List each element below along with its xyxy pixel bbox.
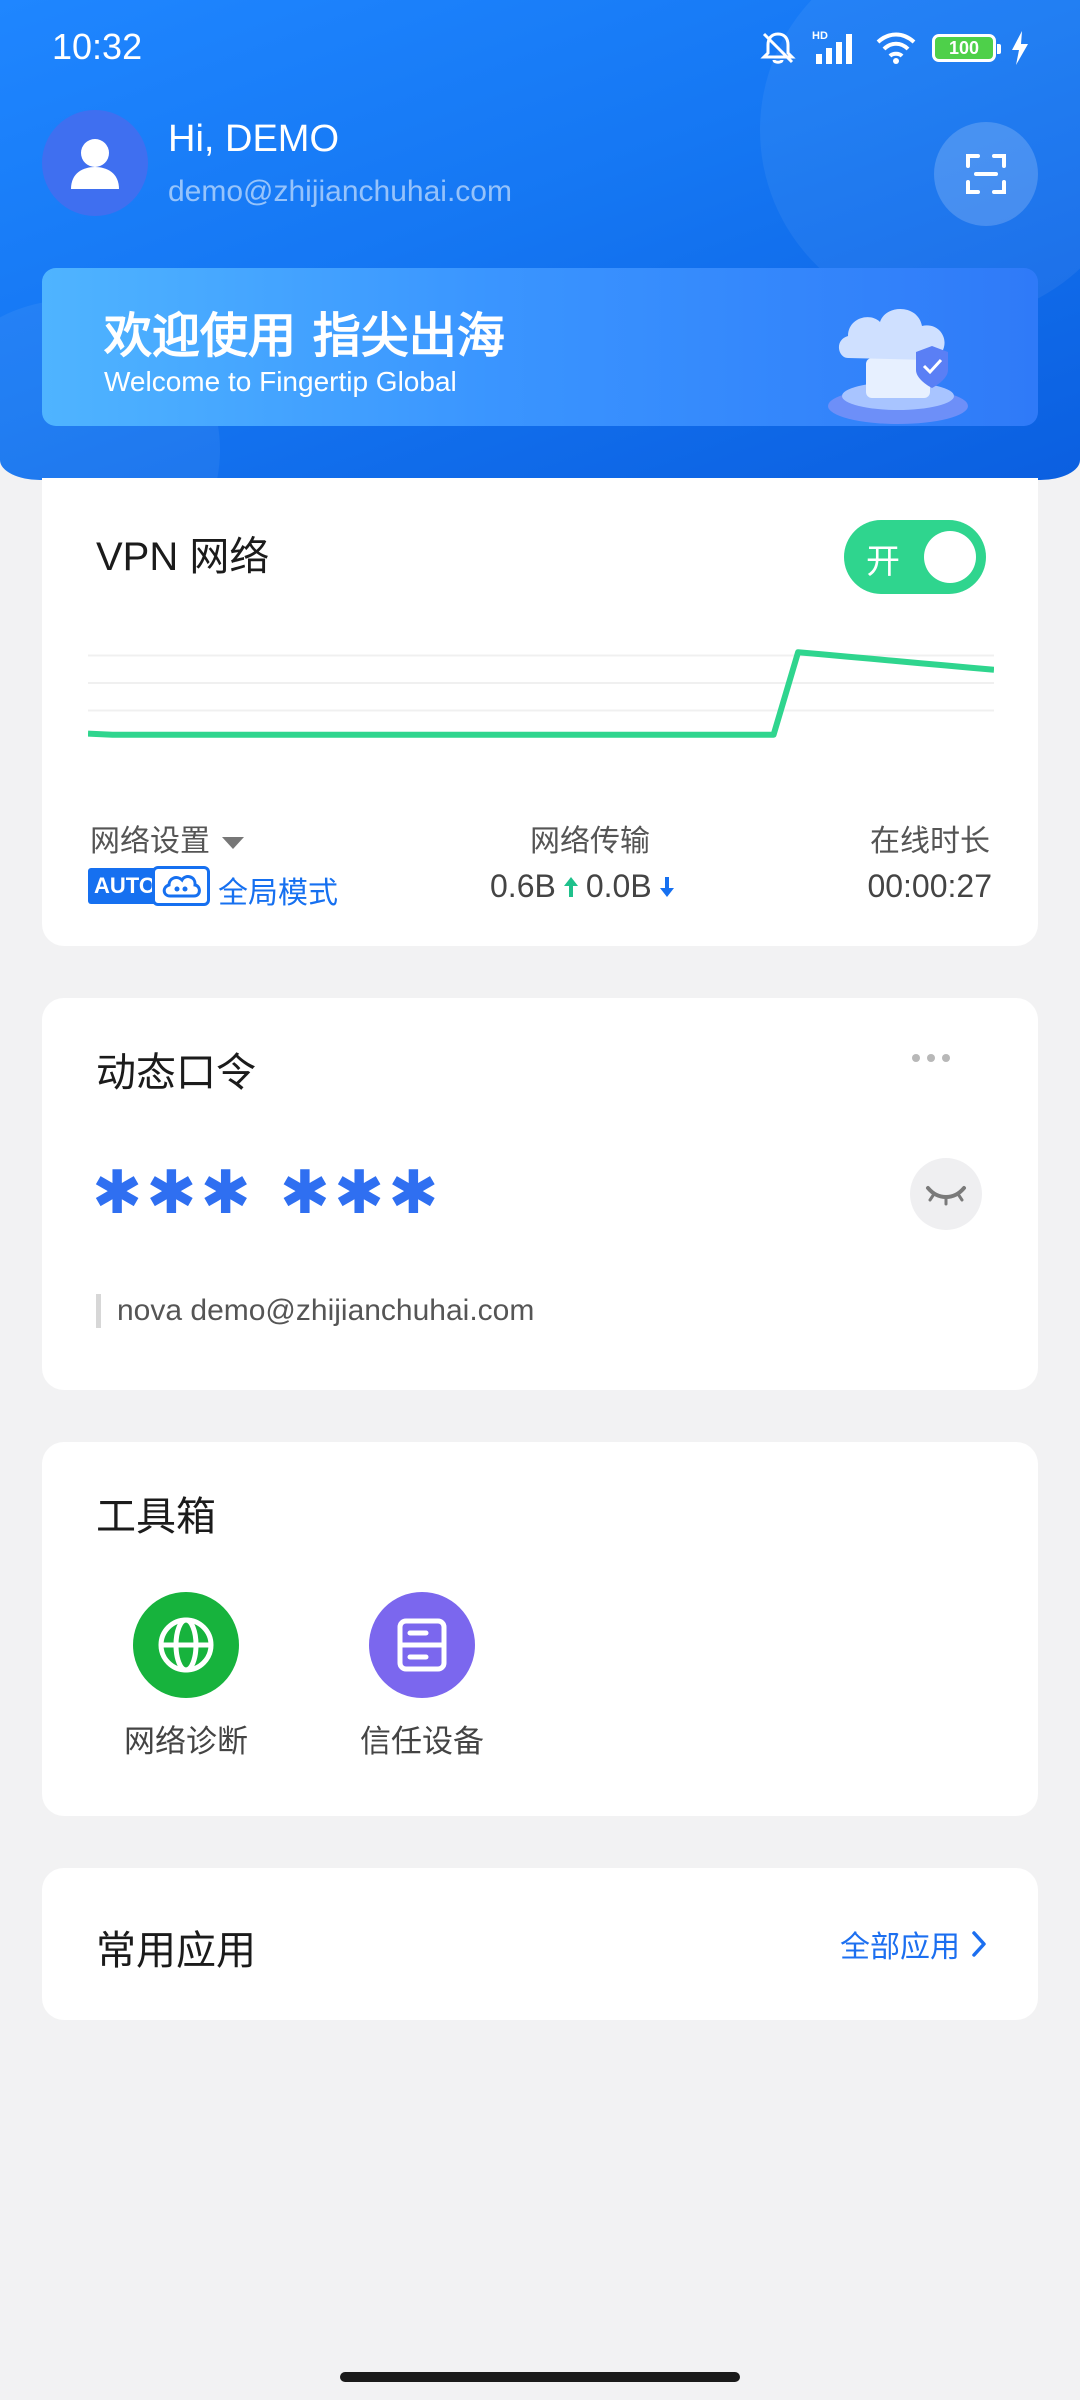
show-code-button[interactable]	[910, 1158, 982, 1230]
cloud-security-illustration	[828, 308, 968, 424]
signal-icon: HD	[812, 30, 852, 64]
banner-title: 欢迎使用 指尖出海	[104, 308, 505, 364]
scan-button[interactable]	[934, 122, 1038, 226]
vpn-title: VPN 网络	[96, 535, 270, 579]
greeting: Hi, DEMO	[168, 118, 339, 160]
mode-text[interactable]: 全局模式	[218, 868, 338, 912]
vpn-traffic-chart	[88, 649, 994, 738]
common-apps-title: 常用应用	[96, 1928, 256, 1974]
upload-value: 0.6B	[490, 868, 556, 904]
auto-mode-badge: AUTO	[88, 868, 162, 904]
vpn-toggle-label: 开	[866, 542, 900, 582]
network-settings-dropdown[interactable]: 网络设置	[90, 816, 244, 860]
hd-label: HD	[812, 30, 828, 42]
vpn-card: VPN 网络 开 网络设置 AUTO 全局模式 网络传输 0.6B 0.0B 在…	[42, 478, 1038, 946]
cloud-mode-icon	[152, 866, 210, 906]
status-time: 10:32	[52, 26, 143, 67]
status-icons: HD 100	[758, 28, 1030, 68]
vpn-traffic-line	[88, 649, 994, 738]
otp-account: nova demo@zhijianchuhai.com	[96, 1294, 534, 1328]
arrow-down-icon	[659, 876, 674, 897]
tool-label: 信任设备	[360, 1724, 484, 1760]
otp-card: 动态口令 ✱✱✱ ✱✱✱ nova demo@zhijianchuhai.com	[42, 998, 1038, 1390]
vpn-toggle[interactable]: 开	[844, 520, 986, 594]
all-apps-label: 全部应用	[840, 1930, 960, 1965]
toggle-knob	[924, 531, 976, 583]
common-apps-card: 常用应用 全部应用	[42, 1868, 1038, 2020]
more-options-icon[interactable]	[912, 1054, 950, 1062]
server-icon	[369, 1592, 475, 1698]
online-time: 00:00:27	[867, 868, 992, 904]
battery-level: 100	[948, 37, 980, 58]
globe-icon	[133, 1592, 239, 1698]
all-apps-link[interactable]: 全部应用	[840, 1922, 988, 1966]
scan-icon	[966, 154, 1006, 194]
user-email: demo@zhijianchuhai.com	[168, 175, 512, 208]
mute-bell-icon	[760, 32, 796, 64]
banner-subtitle: Welcome to Fingertip Global	[104, 366, 457, 397]
header: 10:32 HD 100 Hi, DEMO demo@zhijianchuhai…	[0, 0, 1080, 480]
caret-down-icon	[222, 836, 244, 849]
network-settings-label: 网络设置	[90, 824, 210, 859]
transfer-label: 网络传输	[530, 824, 650, 859]
toolbox-title: 工具箱	[96, 1494, 216, 1540]
otp-title: 动态口令	[96, 1050, 256, 1096]
wifi-icon	[876, 32, 916, 64]
chevron-right-icon	[972, 1931, 986, 1957]
transfer-values: 0.6B 0.0B	[490, 868, 676, 905]
avatar[interactable]	[42, 110, 148, 216]
online-label: 在线时长	[870, 824, 990, 859]
otp-code: ✱✱✱ ✱✱✱	[92, 1158, 443, 1228]
toolbox-card: 工具箱 网络诊断 信任设备	[42, 1442, 1038, 1816]
download-value: 0.0B	[585, 868, 652, 904]
charging-bolt-icon	[1012, 31, 1028, 65]
tool-network-diagnosis[interactable]: 网络诊断	[96, 1592, 276, 1761]
status-bar: 10:32 HD 100	[0, 0, 1080, 96]
arrow-up-icon	[563, 876, 578, 897]
eye-closed-icon	[926, 1186, 966, 1206]
home-indicator[interactable]	[340, 2372, 740, 2382]
tool-label: 网络诊断	[124, 1724, 248, 1760]
battery-indicator: 100	[932, 34, 1001, 62]
tool-trusted-devices[interactable]: 信任设备	[332, 1592, 512, 1761]
welcome-banner[interactable]: 欢迎使用 指尖出海 Welcome to Fingertip Global	[42, 268, 1038, 426]
user-icon	[71, 139, 119, 189]
